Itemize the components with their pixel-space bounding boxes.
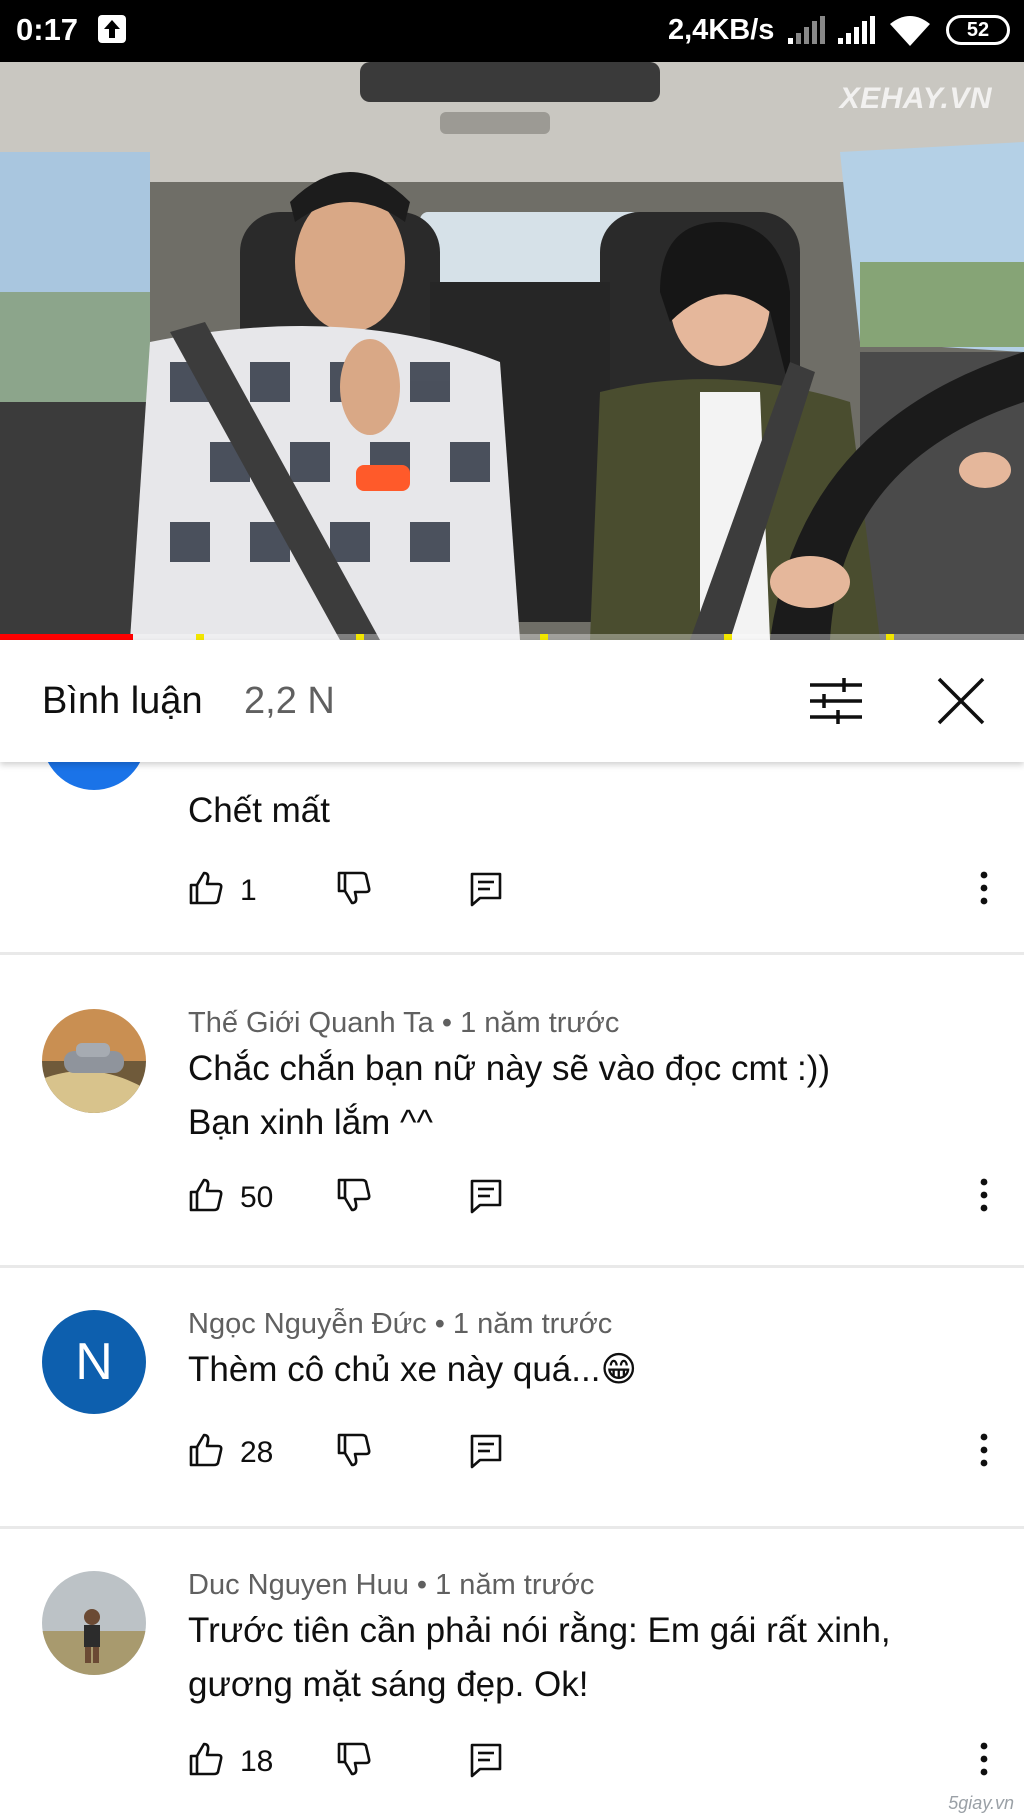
avatar[interactable]: N: [42, 1310, 146, 1414]
comment-actions: 1: [188, 870, 1008, 914]
comment-meta: Ngọc Nguyễn Đức • 1 năm trước: [188, 1308, 612, 1341]
more-options-icon[interactable]: [978, 1432, 990, 1473]
wifi-icon: [888, 14, 932, 53]
comments-title: Bình luận: [42, 680, 203, 722]
signal-icon: [836, 16, 876, 51]
like-count: 1: [240, 874, 257, 907]
video-watermark: XEHAY.VN: [839, 82, 992, 115]
like-count: 50: [240, 1181, 274, 1214]
thumbs-down-icon[interactable]: [336, 870, 372, 911]
thumbs-up-icon[interactable]: [188, 1177, 224, 1218]
more-options-icon[interactable]: [978, 870, 990, 911]
comment-meta: Duc Nguyen Huu • 1 năm trước: [188, 1569, 594, 1602]
thumbs-up-icon[interactable]: [188, 1432, 224, 1473]
status-bar: 0:17 2,4KB/s 52: [0, 0, 1024, 62]
battery-icon: 52: [946, 15, 1010, 45]
network-speed: 2,4KB/s: [668, 14, 775, 46]
avatar[interactable]: [42, 1009, 146, 1113]
sort-filter-icon[interactable]: [808, 676, 864, 731]
reply-icon[interactable]: [468, 870, 504, 913]
meta-separator: •: [408, 1569, 436, 1601]
divider: [0, 952, 1024, 955]
meta-separator: •: [433, 1007, 461, 1039]
more-options-icon[interactable]: [978, 1741, 990, 1782]
site-watermark: 5giay.vn: [948, 1793, 1014, 1813]
comment-text: Chết mất: [188, 791, 330, 830]
comment-author[interactable]: Thế Giới Quanh Ta: [188, 1007, 434, 1039]
comment-author[interactable]: Ngọc Nguyễn Đức: [188, 1308, 427, 1340]
reply-icon[interactable]: [468, 1432, 504, 1475]
upload-arrow-icon: [98, 15, 126, 43]
comment-author[interactable]: Duc Nguyen Huu: [188, 1569, 409, 1601]
video-frame: [0, 62, 1024, 640]
comments-count: 2,2 N: [244, 680, 335, 722]
more-options-icon[interactable]: [978, 1177, 990, 1218]
comment-actions: 28: [188, 1432, 1008, 1476]
close-icon[interactable]: [936, 676, 986, 731]
reply-icon[interactable]: [468, 1741, 504, 1784]
thumbs-up-icon[interactable]: [188, 1741, 224, 1782]
thumbs-up-icon[interactable]: [188, 870, 224, 911]
meta-separator: •: [426, 1308, 453, 1340]
comments-list[interactable]: Chết mất 1 Thế Giới Quanh Ta • 1 năm trư…: [0, 762, 1024, 1820]
thumbs-down-icon[interactable]: [336, 1177, 372, 1218]
comment-time: 1 năm trước: [452, 1308, 613, 1340]
like-count: 18: [240, 1745, 274, 1778]
avatar[interactable]: [42, 1571, 146, 1675]
divider: [0, 1526, 1024, 1529]
like-count: 28: [240, 1436, 274, 1469]
comment-time: 1 năm trước: [460, 1007, 620, 1039]
video-player[interactable]: XEHAY.VN: [0, 62, 1024, 640]
comment-actions: 18: [188, 1741, 1008, 1785]
thumbs-down-icon[interactable]: [336, 1741, 372, 1782]
comments-header: Bình luận 2,2 N: [0, 640, 1024, 762]
comment-actions: 50: [188, 1177, 1008, 1221]
thumbs-down-icon[interactable]: [336, 1432, 372, 1473]
comment-text: Thèm cô chủ xe này quá...😁: [188, 1350, 637, 1389]
avatar[interactable]: [42, 762, 146, 790]
comment-time: 1 năm trước: [435, 1569, 595, 1601]
comment-text: Chắc chắn bạn nữ này sẽ vào đọc cmt :)) …: [188, 1049, 831, 1142]
reply-icon[interactable]: [468, 1177, 504, 1220]
comment-text: Trước tiên cần phải nói rằng: Em gái rất…: [188, 1611, 891, 1704]
clock: 0:17: [16, 12, 79, 47]
signal-icon: [786, 16, 826, 51]
divider: [0, 1265, 1024, 1268]
comment-meta: Thế Giới Quanh Ta • 1 năm trước: [188, 1007, 619, 1040]
